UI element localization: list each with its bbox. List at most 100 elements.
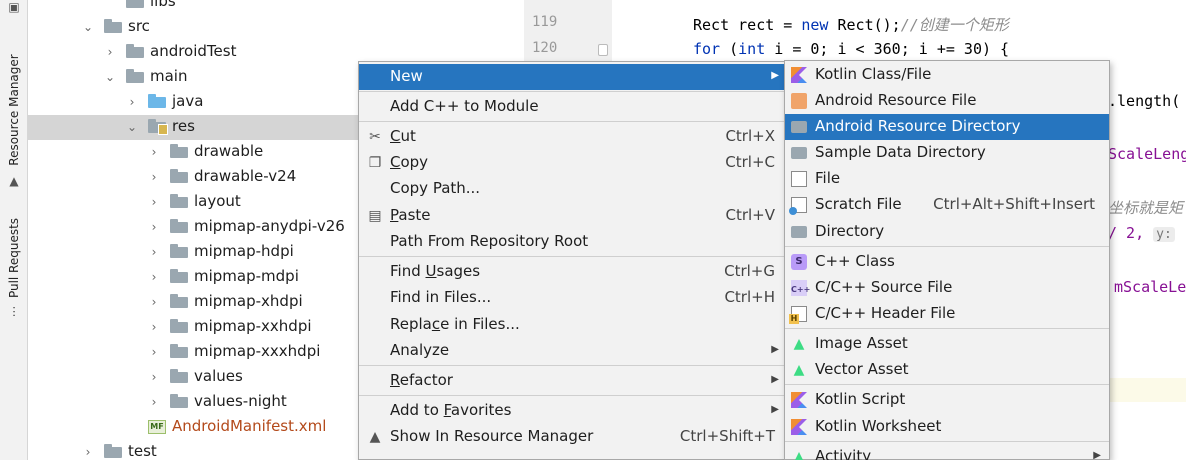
code-line-119: Rect rect = new Rect();//创建一个矩形 bbox=[693, 14, 1009, 35]
chevron-right-icon[interactable]: › bbox=[148, 320, 160, 334]
fold-marker-icon[interactable] bbox=[598, 44, 608, 56]
submenu-item-android-resource-directory[interactable]: Android Resource Directory bbox=[785, 114, 1109, 140]
submenu-item-file[interactable]: File bbox=[785, 166, 1109, 192]
menu-item-shortcut: Ctrl+H bbox=[724, 288, 775, 306]
tree-item-label: androidTest bbox=[150, 42, 237, 60]
folder-icon bbox=[791, 147, 807, 159]
menu-item-path-from-repository-root[interactable]: Path From Repository Root bbox=[359, 229, 785, 255]
submenu-item-label: Kotlin Worksheet bbox=[815, 417, 942, 435]
submenu-item-image-asset[interactable]: ▲ Image Asset bbox=[785, 331, 1109, 357]
menu-item-show-in-resource-manager[interactable]: ▲ Show In Resource Manager Ctrl+Shift+T bbox=[359, 424, 785, 450]
chevron-right-icon[interactable]: › bbox=[148, 220, 160, 234]
folder-icon bbox=[126, 44, 144, 58]
menu-separator bbox=[359, 395, 785, 396]
folder-body bbox=[170, 147, 188, 158]
submenu-item-label: File bbox=[815, 169, 841, 187]
menu-item-find-usages[interactable]: Find Usages Ctrl+G bbox=[359, 259, 785, 285]
folder-body bbox=[170, 397, 188, 408]
chevron-right-icon[interactable]: › bbox=[148, 345, 160, 359]
menu-item-label: Replace in Files... bbox=[390, 315, 520, 333]
tree-item-label: java bbox=[172, 92, 204, 110]
submenu-item-sample-data-directory[interactable]: Sample Data Directory bbox=[785, 140, 1109, 166]
pull-requests-tab[interactable]: Pull Requests bbox=[7, 218, 21, 298]
menu-item-label: Analyze bbox=[390, 341, 450, 359]
chevron-right-icon[interactable]: › bbox=[148, 170, 160, 184]
line-number: 120 bbox=[532, 40, 558, 56]
resource-manager-strip-icon[interactable]: ▣ bbox=[7, 0, 21, 14]
chevron-right-icon[interactable]: › bbox=[148, 395, 160, 409]
menu-item-find-in-files[interactable]: Find in Files... Ctrl+H bbox=[359, 285, 785, 311]
submenu-item-directory[interactable]: Directory bbox=[785, 219, 1109, 245]
folder-body bbox=[104, 447, 122, 458]
submenu-item-vector-asset[interactable]: ▲ Vector Asset bbox=[785, 357, 1109, 383]
menu-separator bbox=[359, 256, 785, 257]
menu-item-cut[interactable]: ✂ Cut Ctrl+X bbox=[359, 124, 785, 150]
chevron-right-icon[interactable]: › bbox=[148, 245, 160, 259]
menu-item-copy-path[interactable]: Copy Path... bbox=[359, 176, 785, 202]
folder-icon bbox=[104, 444, 122, 458]
submenu-item-kotlin-class-file[interactable]: Kotlin Class/File bbox=[785, 62, 1109, 88]
submenu-item-label: Kotlin Script bbox=[815, 390, 906, 408]
tree-item-label: layout bbox=[194, 192, 241, 210]
chevron-right-icon[interactable]: › bbox=[104, 45, 116, 59]
menu-item-add-to-favorites[interactable]: Add to Favorites ▶ bbox=[359, 398, 785, 424]
submenu-item-android-resource-file[interactable]: Android Resource File bbox=[785, 88, 1109, 114]
submenu-item-activity[interactable]: ▲ Activity ▶ bbox=[785, 444, 1109, 460]
resource-folder-icon bbox=[148, 119, 168, 135]
chevron-right-icon[interactable]: › bbox=[148, 370, 160, 384]
menu-item-shortcut: Ctrl+G bbox=[724, 262, 775, 280]
manifest-file-icon: MF bbox=[148, 420, 166, 434]
code-line-120: for (int i = 0; i < 360; i += 30) { bbox=[693, 40, 1009, 58]
submenu-arrow-icon: ▶ bbox=[771, 374, 779, 385]
folder-icon bbox=[170, 319, 188, 333]
folder-icon bbox=[126, 0, 144, 8]
chevron-right-icon[interactable]: › bbox=[148, 295, 160, 309]
menu-separator bbox=[785, 384, 1109, 385]
folder-icon bbox=[170, 244, 188, 258]
submenu-item-scratch-file[interactable]: Scratch File Ctrl+Alt+Shift+Insert bbox=[785, 192, 1109, 218]
folder-icon bbox=[791, 121, 807, 133]
line-number: 119 bbox=[532, 14, 558, 30]
menu-item-label: Find in Files... bbox=[390, 288, 492, 306]
menu-separator bbox=[785, 441, 1109, 442]
menu-item-replace-in-files[interactable]: Replace in Files... bbox=[359, 312, 785, 338]
code-fragment: mScaleLe bbox=[1114, 278, 1186, 296]
code-fragment: 坐标就是矩 bbox=[1108, 199, 1184, 217]
submenu-item-label: Vector Asset bbox=[815, 360, 909, 378]
folder-body bbox=[170, 197, 188, 208]
resource-manager-tab[interactable]: Resource Manager bbox=[7, 54, 21, 165]
folder-body bbox=[126, 47, 144, 58]
chevron-right-icon[interactable]: › bbox=[126, 95, 138, 109]
menu-item-copy[interactable]: ❐ Copy Ctrl+C bbox=[359, 150, 785, 176]
menu-separator bbox=[359, 121, 785, 122]
chevron-right-icon[interactable]: › bbox=[148, 195, 160, 209]
tree-item-label: test bbox=[128, 442, 157, 460]
menu-item-shortcut: Ctrl+V bbox=[725, 206, 775, 224]
menu-item-analyze[interactable]: Analyze ▶ bbox=[359, 338, 785, 364]
submenu-item-c-c-header-file[interactable]: C/C++ Header File bbox=[785, 301, 1109, 327]
submenu-item-c-class[interactable]: S C++ Class bbox=[785, 249, 1109, 275]
submenu-item-kotlin-script[interactable]: Kotlin Script bbox=[785, 387, 1109, 413]
chevron-right-icon[interactable]: › bbox=[148, 270, 160, 284]
chevron-right-icon[interactable]: › bbox=[148, 145, 160, 159]
pull-request-icon: ⵗ bbox=[12, 305, 16, 319]
chevron-right-icon[interactable]: › bbox=[82, 445, 94, 459]
tree-item-label: mipmap-mdpi bbox=[194, 267, 299, 285]
folder-body bbox=[170, 272, 188, 283]
shapes-icon: ▲ bbox=[9, 174, 19, 188]
menu-item-shortcut: Ctrl+X bbox=[725, 127, 775, 145]
menu-item-add-c-to-module[interactable]: Add C++ to Module bbox=[359, 94, 785, 120]
tree-item-label: src bbox=[128, 17, 150, 35]
chevron-down-icon[interactable]: ⌄ bbox=[126, 120, 138, 134]
submenu-item-c-c-source-file[interactable]: C++ C/C++ Source File bbox=[785, 275, 1109, 301]
chevron-down-icon[interactable]: ⌄ bbox=[104, 70, 116, 84]
menu-item-new[interactable]: New ▶ bbox=[359, 64, 785, 90]
submenu-item-kotlin-worksheet[interactable]: Kotlin Worksheet bbox=[785, 414, 1109, 440]
folder-icon bbox=[170, 269, 188, 283]
menu-item-paste[interactable]: ▤ Paste Ctrl+V bbox=[359, 203, 785, 229]
chevron-down-icon[interactable]: ⌄ bbox=[82, 20, 94, 34]
menu-item-refactor[interactable]: Refactor ▶ bbox=[359, 368, 785, 394]
tree-item[interactable]: ⌄ src bbox=[28, 15, 528, 40]
tree-item[interactable]: libs bbox=[28, 0, 528, 15]
folder-icon bbox=[170, 169, 188, 183]
